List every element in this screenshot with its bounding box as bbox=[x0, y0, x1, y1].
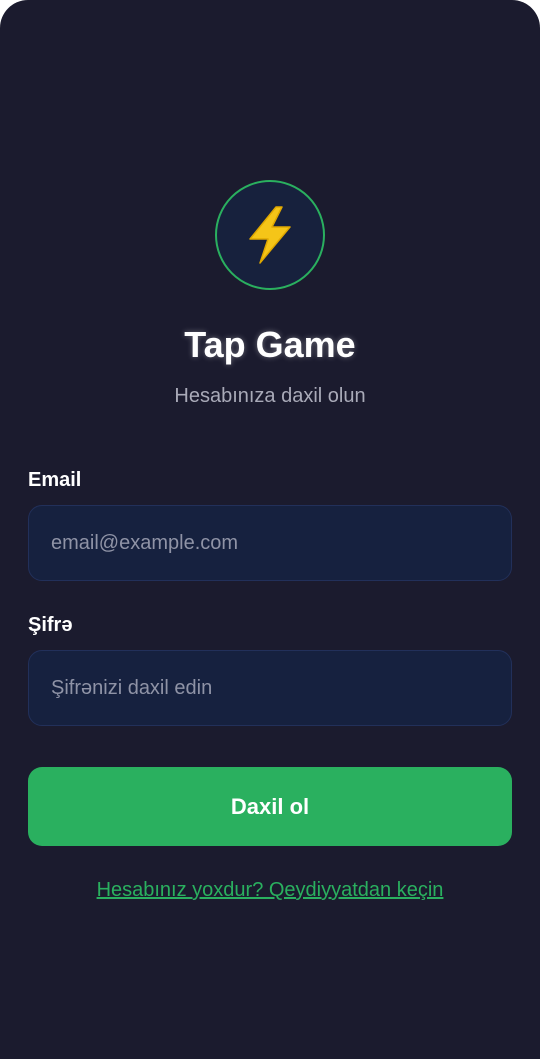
logo-badge bbox=[215, 180, 325, 290]
email-label: Email bbox=[28, 469, 82, 491]
password-field[interactable] bbox=[28, 650, 512, 726]
register-link[interactable]: Hesabınız yoxdur? Qeydiyyatdan keçin bbox=[0, 876, 540, 904]
app-title: Tap Game bbox=[184, 324, 356, 365]
email-field[interactable] bbox=[28, 505, 512, 581]
page-subtitle: Hesabınıza daxil olun bbox=[174, 385, 366, 407]
password-label: Şifrə bbox=[28, 614, 73, 636]
login-screen: Tap Game Hesabınıza daxil olun Email Şif… bbox=[0, 0, 540, 1059]
login-button[interactable]: Daxil ol bbox=[28, 767, 512, 846]
lightning-bolt-icon bbox=[249, 206, 291, 264]
